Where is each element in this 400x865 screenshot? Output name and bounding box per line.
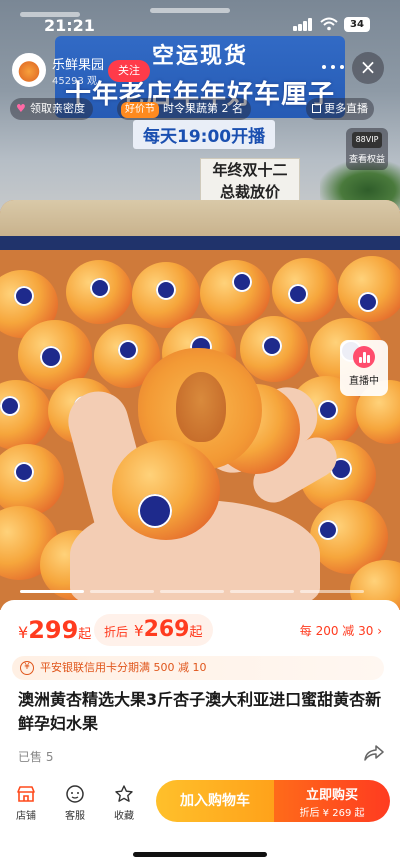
sticker-icon [0,396,20,416]
rights-button[interactable]: 88VIP 查看权益 [346,128,388,170]
home-indicator[interactable] [133,852,267,857]
store-icon [17,786,35,802]
shop-avatar[interactable] [12,53,46,87]
buy-now-label: 立即购买 [305,788,358,803]
service-button[interactable]: 客服 [55,784,95,822]
image-carousel-indicator [0,590,400,594]
price: ¥299起 [18,616,91,644]
product-image[interactable] [0,200,400,610]
follow-button[interactable]: 关注 [108,60,150,82]
live-bars-icon [353,346,375,368]
rank-text: 时令果蔬第 2 名 [163,102,243,115]
add-to-cart-button[interactable]: 加入购物车 [156,780,274,822]
apricot [200,260,270,326]
sticker-icon [14,462,34,482]
crate-edge [0,200,400,240]
discount-tag: 折后 [104,625,129,639]
signal-icon [293,18,313,31]
more-options-icon[interactable] [320,54,346,80]
live-now-button[interactable]: 直播中 [340,340,388,396]
vigilatura-sticker-icon [138,494,172,528]
status-time: 21:21 [44,16,95,35]
price-value: 299 [28,616,79,644]
service-label: 客服 [65,811,85,822]
sticker-icon [262,336,282,356]
price-row: ¥299起 折后 ¥269起 每 200 减 30 › [18,614,388,648]
sticker-icon [358,292,378,312]
close-button[interactable]: × [352,52,384,84]
sticker-icon [14,286,34,306]
sticker-icon [318,520,338,540]
store-sign: 年终双十二 总裁放价 [200,158,300,204]
sticker-icon [90,278,110,298]
buy-now-sub: 折后 ¥ 269 起 [299,808,365,819]
favorite-button[interactable]: 收藏 [104,784,144,822]
product-title: 澳洲黄杏精选大果3斤杏子澳大利亚进口蜜甜黄杏新鲜孕妇水果 [18,690,382,733]
rank-tag: 好价节 [121,102,159,118]
sticker-icon [118,340,138,360]
vip-badge-icon: 88VIP [352,132,382,148]
price-suffix: 起 [78,627,92,642]
rank-badge[interactable]: 好价节 时令果蔬第 2 名 [117,98,251,120]
intimacy-button[interactable]: ♥ 领取亲密度 [10,98,93,120]
apricot [338,256,400,322]
heart-icon: ♥ [16,102,26,115]
product-sheet: ¥299起 折后 ¥269起 每 200 减 30 › ¥ 平安银联信用卡分期满 … [0,600,400,865]
share-icon[interactable] [364,744,384,762]
discount-suffix: 起 [189,625,203,640]
sold-count: 已售 5 [18,750,54,764]
store-button[interactable]: 店铺 [6,784,46,822]
favorite-label: 收藏 [114,811,134,822]
discount-price-badge: 折后 ¥269起 [94,614,213,646]
apricot-held [112,440,220,540]
bank-offer-text: 平安银联信用卡分期满 500 减 10 [40,661,207,674]
sticker-icon [40,346,62,368]
action-bar: 店铺 客服 收藏 加入购物车 立即购买 折后 ¥ 269 起 [0,778,400,834]
wifi-icon [320,17,338,31]
promo-link[interactable]: 每 200 减 30 › [300,622,382,639]
sticker-icon [232,272,252,292]
yen-icon: ¥ [20,661,34,675]
intimacy-label: 领取亲密度 [30,102,85,115]
live-now-label: 直播中 [349,376,379,387]
discount-currency: ¥ [134,622,144,640]
store-label: 店铺 [16,811,36,822]
status-bar: 21:21 34 [0,0,400,48]
apricot-pit-cavity [176,372,226,442]
discount-price: 269 [143,617,190,642]
price-currency: ¥ [18,623,29,642]
sticker-icon [318,400,338,420]
shop-fans-count: 45293 观 [52,76,97,87]
rights-label: 查看权益 [348,155,385,165]
grid-icon [312,104,321,113]
buy-now-button[interactable]: 立即购买 折后 ¥ 269 起 [274,780,390,822]
star-icon [115,785,133,802]
sticker-icon [156,280,176,300]
sticker-icon [288,284,308,304]
bank-offer-banner[interactable]: ¥ 平安银联信用卡分期满 500 减 10 [12,656,384,680]
banner-text-3: 每天19:00开播 [133,120,276,149]
chat-icon [66,785,84,803]
crate-band [0,236,400,250]
apricot [0,444,64,516]
shop-name[interactable]: 乐鲜果园 [52,54,104,73]
sign-line-1: 年终双十二 [212,161,288,179]
more-live-button[interactable]: 更多直播 [306,98,374,120]
more-live-label: 更多直播 [324,102,368,115]
battery-icon: 34 [344,17,370,32]
